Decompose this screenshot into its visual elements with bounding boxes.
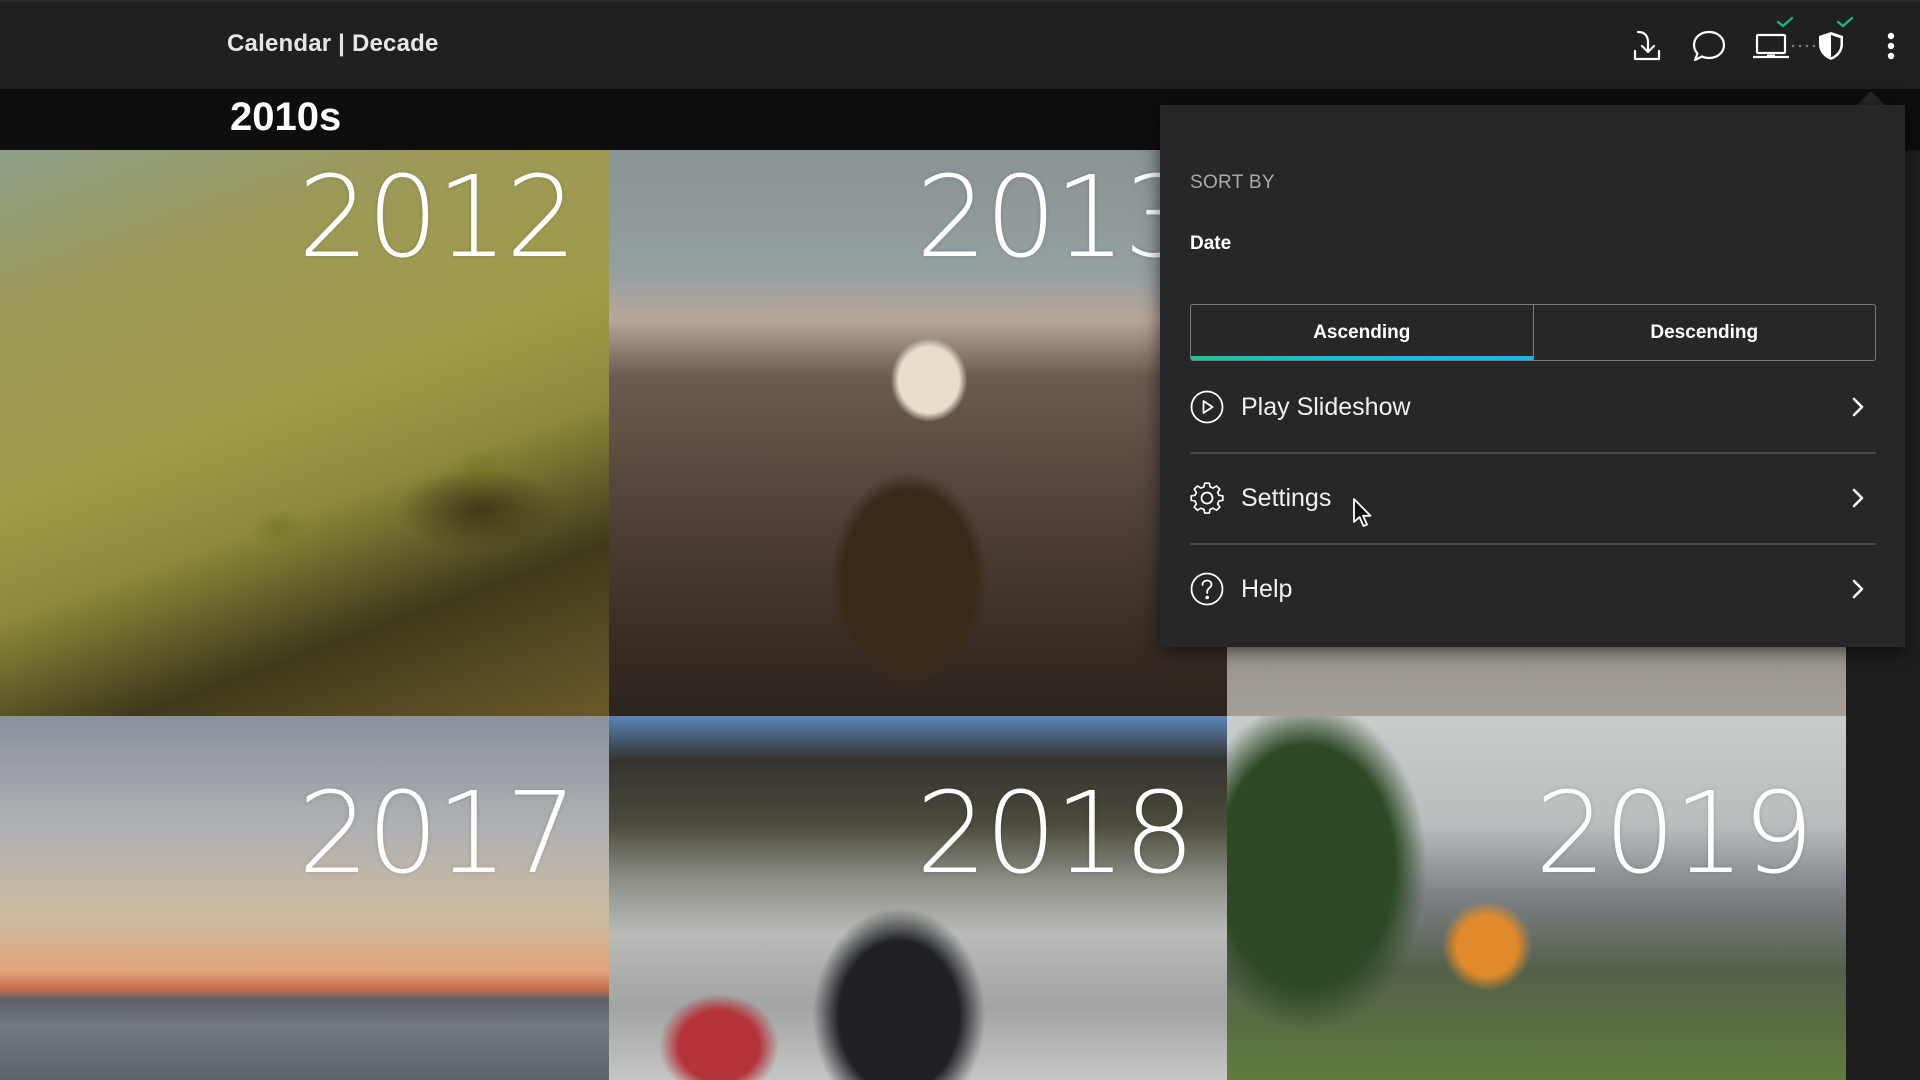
year-label: 2012 [297, 153, 577, 283]
sort-order-toggle: Ascending Descending [1190, 304, 1876, 361]
laptop-icon [1753, 33, 1789, 59]
year-tile[interactable]: 2017 [0, 716, 609, 1080]
top-bar: Calendar | Decade [0, 0, 1920, 89]
download-icon [1633, 30, 1661, 61]
gear-icon [1190, 481, 1224, 515]
popover-caret [1857, 91, 1885, 105]
sort-descending-button[interactable]: Descending [1532, 305, 1876, 360]
menu-item-label: Play Slideshow [1241, 392, 1411, 421]
year-label: 2019 [1534, 769, 1814, 899]
sort-by-heading: SORT BY [1190, 172, 1275, 193]
chevron-right-icon [1848, 395, 1868, 419]
menu-item-label: Settings [1241, 483, 1332, 512]
options-popover: SORT BY Date Ascending Descending Play S… [1160, 105, 1905, 647]
sort-ascending-button[interactable]: Ascending [1191, 305, 1533, 360]
chat-button[interactable] [1689, 26, 1729, 66]
year-tile[interactable]: 2012 [0, 150, 609, 716]
year-tile[interactable]: 2013 [609, 150, 1227, 716]
menu-item-help[interactable]: Help [1190, 544, 1876, 634]
shield-icon [1819, 32, 1843, 60]
sort-field-date[interactable]: Date [1190, 233, 1231, 255]
decade-label: 2010s [230, 95, 342, 139]
chevron-right-icon [1848, 486, 1868, 510]
chat-icon [1692, 30, 1726, 62]
protection-active-check-icon [1836, 16, 1854, 28]
device-status-button[interactable] [1751, 26, 1791, 66]
more-vertical-icon [1887, 32, 1895, 60]
device-connected-check-icon [1776, 16, 1794, 28]
year-label: 2017 [297, 769, 577, 899]
year-tile[interactable]: 2018 [609, 716, 1227, 1080]
protection-status-button[interactable] [1811, 26, 1851, 66]
year-tile[interactable]: 2019 [1227, 716, 1846, 1080]
year-label: 2013 [915, 153, 1195, 283]
menu-item-settings[interactable]: Settings [1190, 453, 1876, 543]
chevron-right-icon [1848, 577, 1868, 601]
more-options-button[interactable] [1871, 26, 1911, 66]
play-circle-icon [1190, 390, 1224, 424]
year-label: 2018 [915, 769, 1195, 899]
menu-item-play-slideshow[interactable]: Play Slideshow [1190, 362, 1876, 452]
download-button[interactable] [1627, 26, 1667, 66]
help-circle-icon [1190, 572, 1224, 606]
app-title: Calendar | Decade [227, 30, 439, 57]
menu-item-label: Help [1241, 574, 1293, 603]
